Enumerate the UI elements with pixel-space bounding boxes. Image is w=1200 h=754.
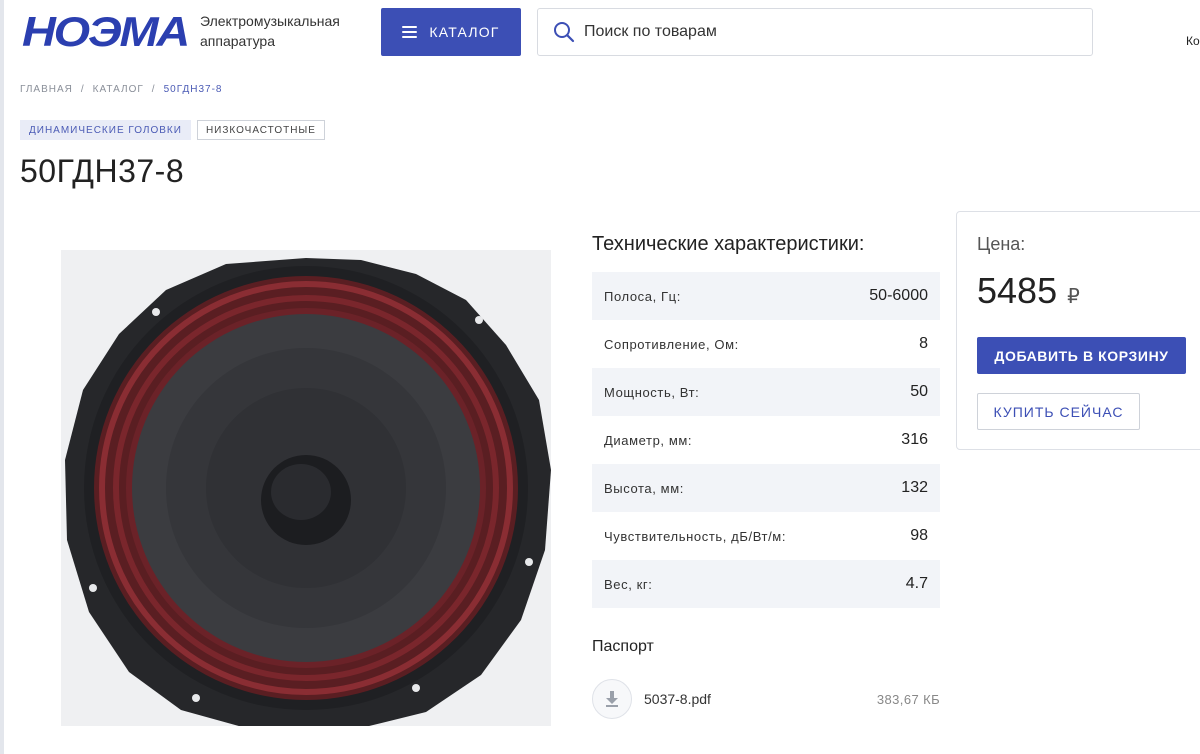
specs-title: Технические характеристики: (592, 233, 865, 255)
specs-table: Полоса, Гц: 50-6000 Сопротивление, Ом: 8… (592, 272, 940, 608)
spec-value: 316 (901, 431, 928, 448)
buy-now-button[interactable]: КУПИТЬ СЕЙЧАС (977, 393, 1140, 430)
currency-symbol: ₽ (1067, 286, 1080, 308)
catalog-button[interactable]: КАТАЛОГ (381, 8, 521, 56)
breadcrumb-separator: / (151, 84, 156, 95)
price-label: Цена: (977, 234, 1026, 254)
tag-list: ДИНАМИЧЕСКИЕ ГОЛОВКИ НИЗКОЧАСТОТНЫЕ (20, 120, 325, 140)
logo[interactable]: НОЭМА (22, 12, 190, 50)
breadcrumb-home[interactable]: ГЛАВНАЯ (20, 84, 73, 95)
logo-text: НОЭМА (22, 12, 188, 50)
download-icon[interactable] (592, 679, 632, 719)
menu-icon (402, 26, 418, 38)
spec-row-diameter: Диаметр, мм: 316 (592, 416, 940, 464)
spec-value: 50 (910, 383, 928, 400)
spec-label: Высота, мм: (604, 480, 684, 496)
spec-label: Чувствительность, дБ/Вт/м: (604, 528, 787, 544)
spec-row-weight: Вес, кг: 4.7 (592, 560, 940, 608)
spec-label: Вес, кг: (604, 576, 653, 592)
file-size: 383,67 КБ (876, 691, 940, 707)
breadcrumb-current: 50ГДН37-8 (163, 84, 223, 95)
spec-row-power: Мощность, Вт: 50 (592, 368, 940, 416)
header-link-truncated[interactable]: Ко (1186, 34, 1200, 48)
search-icon[interactable] (553, 21, 575, 43)
window-edge (0, 0, 4, 754)
tag-dynamic-heads[interactable]: ДИНАМИЧЕСКИЕ ГОЛОВКИ (20, 120, 191, 140)
spec-value: 8 (919, 335, 928, 352)
spec-label: Сопротивление, Ом: (604, 336, 739, 352)
add-to-cart-button[interactable]: ДОБАВИТЬ В КОРЗИНУ (977, 337, 1186, 374)
spec-value: 98 (910, 527, 928, 544)
speaker-illustration (61, 250, 551, 726)
breadcrumb: ГЛАВНАЯ / КАТАЛОГ / 50ГДН37-8 (20, 84, 222, 95)
breadcrumb-catalog[interactable]: КАТАЛОГ (93, 84, 144, 95)
spec-label: Полоса, Гц: (604, 288, 681, 304)
spec-value: 132 (901, 479, 928, 496)
passport-file[interactable]: 5037-8.pdf 383,67 КБ (592, 679, 940, 719)
spec-row-impedance: Сопротивление, Ом: 8 (592, 320, 940, 368)
price-card: Цена: 5485 ₽ ДОБАВИТЬ В КОРЗИНУ КУПИТЬ С… (956, 211, 1200, 450)
file-name[interactable]: 5037-8.pdf (644, 691, 877, 707)
tag-low-frequency[interactable]: НИЗКОЧАСТОТНЫЕ (196, 120, 325, 140)
spec-label: Мощность, Вт: (604, 384, 700, 400)
passport-title: Паспорт (592, 638, 654, 655)
catalog-button-label: КАТАЛОГ (429, 24, 500, 40)
breadcrumb-separator: / (80, 84, 85, 95)
tagline: Электромузыкальная аппаратура (200, 13, 340, 49)
spec-row-band: Полоса, Гц: 50-6000 (592, 272, 940, 320)
page-title: 50ГДН37-8 (20, 153, 185, 189)
spec-row-height: Высота, мм: 132 (592, 464, 940, 512)
product-image[interactable] (61, 250, 551, 726)
search-input[interactable] (584, 23, 1092, 41)
price-value: 5485 ₽ (977, 270, 1080, 312)
spec-row-sensitivity: Чувствительность, дБ/Вт/м: 98 (592, 512, 940, 560)
spec-label: Диаметр, мм: (604, 432, 693, 448)
spec-value: 4.7 (905, 575, 928, 592)
search-box[interactable] (537, 8, 1093, 56)
price-amount: 5485 (977, 270, 1058, 311)
spec-value: 50-6000 (869, 287, 928, 304)
